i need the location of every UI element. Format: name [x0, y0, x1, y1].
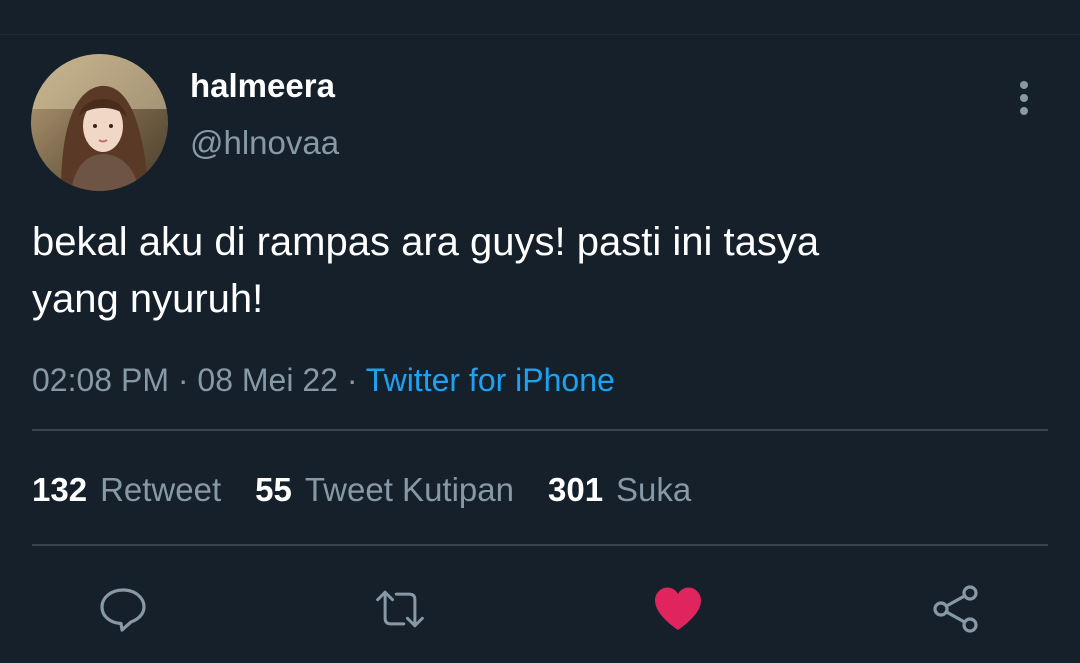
stat-label: Retweet	[100, 471, 222, 508]
heart-icon	[655, 587, 701, 630]
reply-button[interactable]	[96, 582, 150, 636]
stat-label: Suka	[616, 471, 692, 508]
tweet-text-line: bekal aku di rampas ara guys! pasti ini …	[32, 220, 820, 264]
tweet-time: 02:08 PM	[32, 362, 169, 398]
stat-label: Tweet Kutipan	[304, 471, 514, 508]
share-button[interactable]	[929, 582, 983, 636]
more-icon-dot	[1020, 107, 1028, 115]
tweet-text-line: yang nyuruh!	[32, 277, 264, 321]
stat-count: 301	[547, 471, 604, 508]
more-icon-dot	[1020, 94, 1028, 102]
tweet-source-link[interactable]: Twitter for iPhone	[366, 362, 615, 398]
like-button[interactable]	[651, 582, 705, 636]
display-name[interactable]: halmeera	[190, 66, 335, 106]
share-icon	[933, 585, 978, 633]
top-separator	[0, 34, 1080, 35]
avatar-image	[31, 54, 168, 191]
tweet-date: 08 Mei 22	[197, 362, 338, 398]
tweet-text: bekal aku di rampas ara guys! pasti ini …	[32, 214, 1042, 328]
user-handle[interactable]: @hlnovaa	[190, 122, 339, 164]
more-icon-dot	[1020, 81, 1028, 89]
quote-tweet-count-link[interactable]: 55 Tweet Kutipan	[255, 468, 514, 512]
tweet-meta: 02:08 PM · 08 Mei 22 · Twitter for iPhon…	[32, 358, 615, 402]
meta-separator: ·	[168, 362, 198, 398]
meta-separator: ·	[337, 362, 366, 398]
retweet-count-link[interactable]: 132 Retweet	[32, 468, 221, 512]
divider	[32, 429, 1048, 431]
stat-count: 55	[255, 471, 292, 508]
retweet-icon	[376, 590, 424, 628]
divider	[32, 544, 1048, 546]
like-count-link[interactable]: 301 Suka	[548, 468, 691, 512]
avatar[interactable]	[31, 54, 168, 191]
tweet-stats: 132 Retweet 55 Tweet Kutipan 301 Suka	[32, 468, 691, 512]
reply-icon	[100, 588, 146, 632]
stat-count: 132	[32, 471, 88, 508]
more-options-button[interactable]	[1006, 76, 1042, 120]
retweet-button[interactable]	[373, 582, 427, 636]
